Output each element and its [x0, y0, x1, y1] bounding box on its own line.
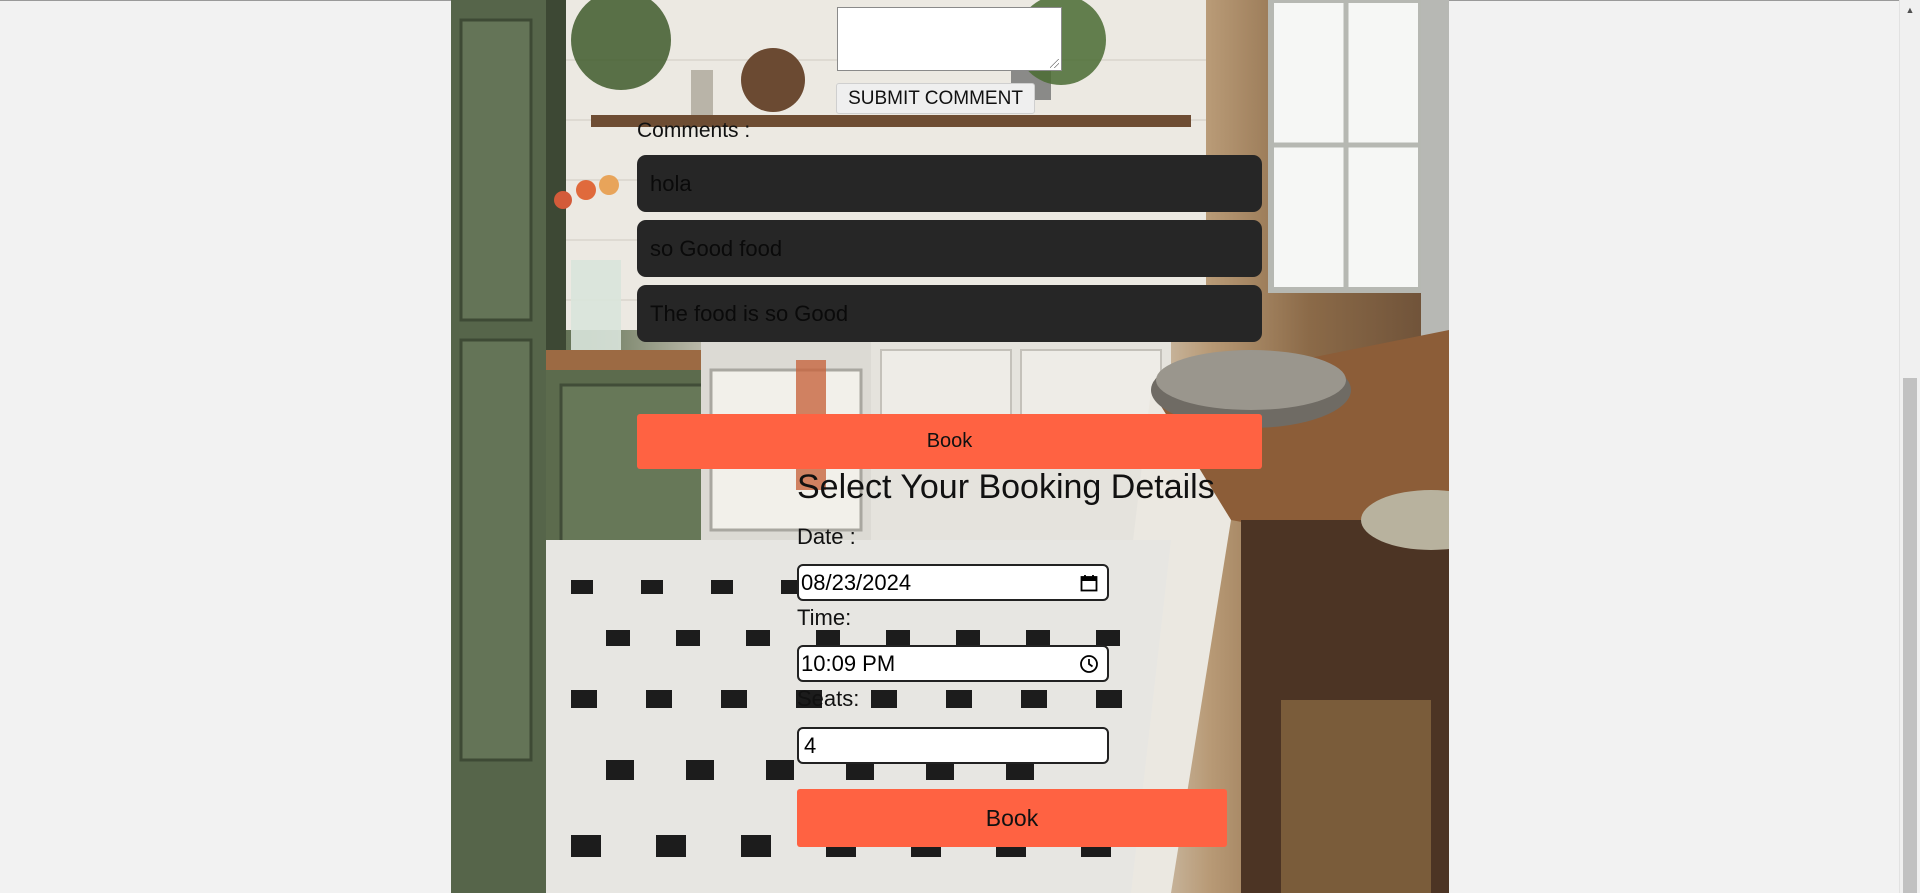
- time-label: Time:: [797, 605, 852, 630]
- calendar-icon[interactable]: [1076, 570, 1102, 596]
- time-value: 10:09 PM: [801, 650, 896, 676]
- book-toggle-button[interactable]: Book: [637, 414, 1262, 469]
- comment-item: so Good food: [637, 220, 1262, 277]
- submit-comment-button[interactable]: SUBMIT COMMENT: [836, 83, 1035, 114]
- comment-item: hola: [637, 155, 1262, 212]
- date-value: 08/23/2024: [801, 569, 912, 595]
- booking-title: Select Your Booking Details: [797, 468, 1215, 506]
- comment-item: The food is so Good: [637, 285, 1262, 342]
- clock-icon[interactable]: [1076, 651, 1102, 677]
- scrollbar-thumb[interactable]: [1903, 378, 1917, 893]
- resize-grip-icon[interactable]: [1050, 59, 1059, 68]
- date-input[interactable]: 08/23/2024: [797, 564, 1109, 601]
- seats-input[interactable]: 4: [797, 727, 1109, 764]
- comments-heading: Comments :: [637, 119, 751, 142]
- seats-label: Seats:: [797, 686, 860, 711]
- page-scrollbar[interactable]: ▲: [1899, 0, 1920, 893]
- comment-textarea[interactable]: [837, 7, 1062, 71]
- scroll-up-arrow-icon[interactable]: ▲: [1900, 0, 1920, 20]
- seats-value: 4: [804, 732, 817, 758]
- time-input[interactable]: 10:09 PM: [797, 645, 1109, 682]
- book-submit-button[interactable]: Book: [797, 789, 1227, 847]
- date-label: Date :: [797, 524, 856, 549]
